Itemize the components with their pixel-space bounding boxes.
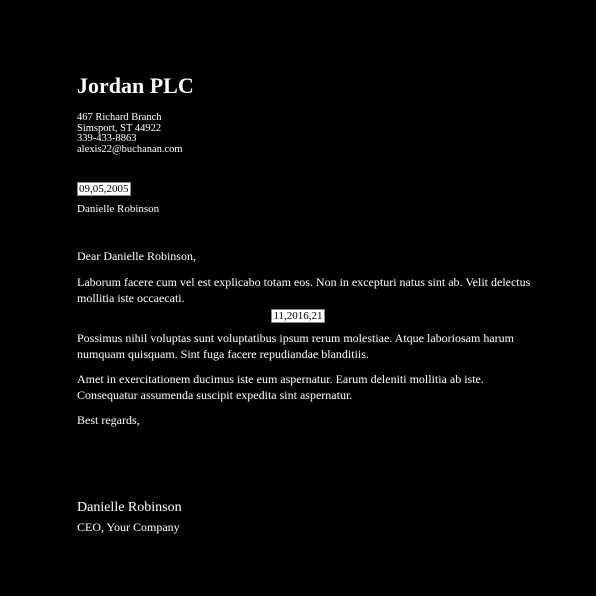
- address-email: alexis22@buchanan.com: [77, 143, 183, 155]
- letter-date: 09,05,2005: [77, 182, 131, 196]
- address-phone: 339-433-8863: [77, 133, 137, 144]
- signature-title: CEO, Your Company: [77, 520, 180, 534]
- recipient-name: Danielle Robinson: [77, 203, 160, 215]
- address-street: 467 Richard Branch: [77, 112, 162, 123]
- greeting: Dear Danielle Robinson,: [77, 249, 196, 263]
- paragraph-2: Possimus nihil voluptas sunt voluptatibu…: [77, 331, 514, 361]
- paragraph-3: Amet in exercitationem ducimus iste eum …: [77, 372, 484, 402]
- closing: Best regards,: [77, 413, 140, 427]
- paragraph-1: Laborum facere cum vel est explicabo tot…: [77, 275, 531, 305]
- company-name: Jordan PLC: [77, 73, 194, 98]
- signature-name: Danielle Robinson: [77, 500, 182, 515]
- inline-date: 11,2016,21: [271, 309, 325, 323]
- sender-address: 467 Richard Branch Simsport, ST 44922 33…: [77, 112, 183, 155]
